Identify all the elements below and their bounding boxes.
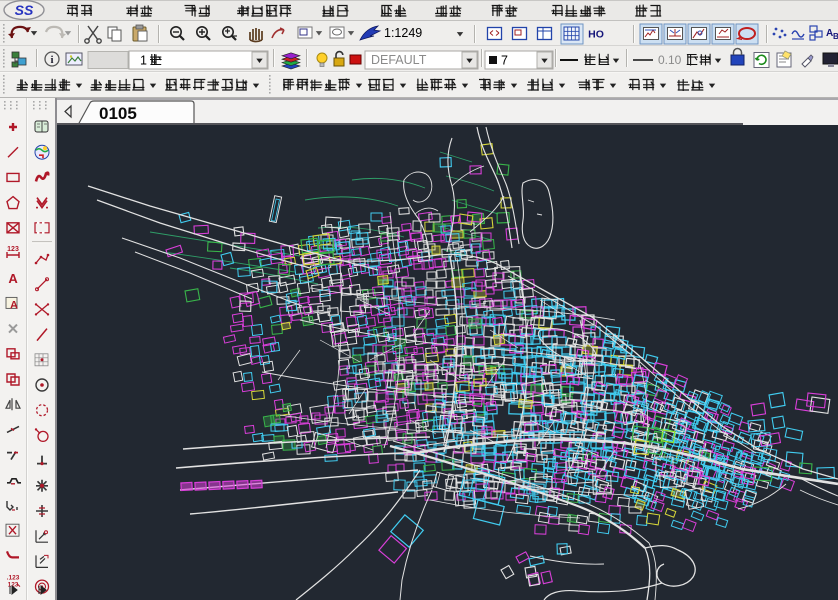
svg-text:0105: 0105 <box>99 104 137 123</box>
svg-text:B: B <box>833 32 838 41</box>
svg-text:123: 123 <box>7 246 19 253</box>
svg-text:1:1249: 1:1249 <box>384 26 422 40</box>
svg-text:0.10: 0.10 <box>658 53 682 67</box>
svg-text:.123: .123 <box>7 575 20 582</box>
svg-text:A: A <box>8 271 18 286</box>
svg-text:7: 7 <box>501 54 508 68</box>
svg-text:1: 1 <box>140 54 147 68</box>
svg-text:A: A <box>10 299 18 311</box>
svg-text:i: i <box>50 54 53 66</box>
svg-text:DEFAULT: DEFAULT <box>371 53 427 67</box>
svg-text:SS: SS <box>15 2 34 18</box>
svg-text:HO: HO <box>588 29 604 41</box>
